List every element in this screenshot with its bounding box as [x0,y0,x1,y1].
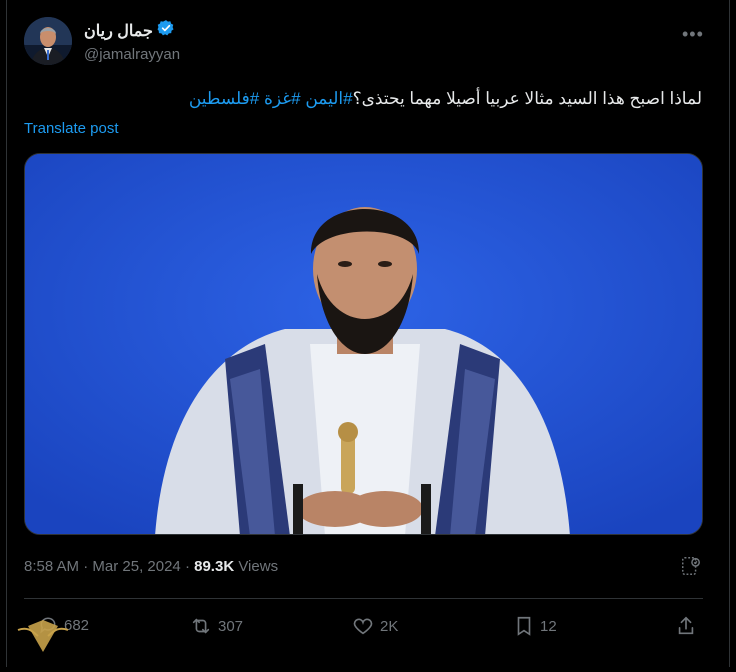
forum-watermark-logo [8,612,78,667]
speaker-photo [25,154,702,534]
bookmark-button[interactable]: 12 [514,615,557,637]
views-label: Views [238,558,279,575]
like-button[interactable]: 2K [352,615,398,637]
repost-button[interactable]: 307 [190,615,243,637]
bookmark-count: 12 [540,617,557,635]
tweet-body: لماذا اصبح هذا السيد مثالا عربيا أصيلا م… [352,89,702,108]
more-options-icon[interactable]: ••• [682,24,704,45]
like-count: 2K [380,617,399,635]
analytics-icon[interactable] [680,555,702,582]
post-meta: 8:58 AM · Mar 25, 2024 · 89.3K Views [24,558,279,575]
tweet-text: لماذا اصبح هذا السيد مثالا عربيا أصيلا م… [24,88,702,110]
hashtag-gaza[interactable]: #غزة [264,89,301,108]
user-handle[interactable]: @jamalrayyan [84,46,180,63]
share-button[interactable] [676,615,696,637]
divider [24,598,703,599]
translate-post-link[interactable]: Translate post [24,120,119,137]
post-time[interactable]: 8:58 AM [24,558,79,575]
repost-count: 307 [218,617,244,635]
share-icon [676,615,696,637]
verified-badge-icon [157,19,175,42]
heart-icon [352,615,374,637]
user-name-row[interactable]: جمال ريان [84,19,175,42]
hashtag-yemen[interactable]: #اليمن [305,89,352,108]
repost-icon [190,615,212,637]
display-name[interactable]: جمال ريان [84,21,153,41]
hashtag-palestine[interactable]: #فلسطين [189,89,259,108]
post-date[interactable]: Mar 25, 2024 [92,558,180,575]
views-count: 89.3K [194,558,235,575]
avatar[interactable] [24,17,72,65]
tweet-media-image[interactable] [24,153,703,535]
bookmark-icon [514,615,534,637]
